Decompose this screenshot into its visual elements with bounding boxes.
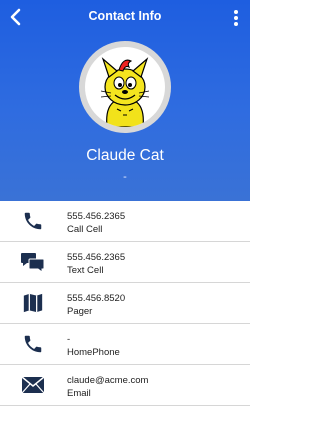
phone-icon <box>21 332 45 356</box>
map-icon <box>21 291 45 315</box>
chat-bubbles-icon <box>21 250 45 274</box>
chevron-left-icon <box>10 8 21 26</box>
contact-label: Email <box>67 388 91 399</box>
page-title: Contact Info <box>88 9 162 23</box>
contact-row-home-phone[interactable]: - HomePhone <box>0 324 250 365</box>
contact-label: Text Cell <box>67 265 104 276</box>
more-menu-button[interactable] <box>228 6 244 30</box>
cartoon-cat-avatar <box>100 57 150 127</box>
contact-name: Claude Cat <box>86 147 164 164</box>
contact-label: HomePhone <box>67 347 120 358</box>
contact-value: 555.456.2365 <box>67 211 126 222</box>
contact-methods-list: 555.456.2365 Call Cell 555.456.2365 Text… <box>0 201 250 406</box>
back-button[interactable] <box>4 5 28 29</box>
contact-row-text-cell[interactable]: 555.456.2365 Text Cell <box>0 242 250 283</box>
contact-value: claude@acme.com <box>67 375 149 386</box>
contact-row-pager[interactable]: 555.456.8520 Pager <box>0 283 250 324</box>
contact-row-call-cell[interactable]: 555.456.2365 Call Cell <box>0 201 250 242</box>
avatar-frame <box>79 41 171 133</box>
avatar <box>85 47 165 127</box>
contact-value: 555.456.2365 <box>67 252 126 263</box>
contact-value: 555.456.8520 <box>67 293 126 304</box>
profile-header: Contact Info Claude Cat - <box>0 0 250 201</box>
contact-label: Pager <box>67 306 93 317</box>
vertical-ellipsis-icon <box>234 10 238 26</box>
phone-icon <box>21 209 45 233</box>
top-bar: Contact Info <box>0 0 250 34</box>
contact-row-email[interactable]: claude@acme.com Email <box>0 365 250 406</box>
contact-label: Call Cell <box>67 224 103 235</box>
contact-value: - <box>67 334 71 345</box>
contact-subtitle: - <box>123 171 127 183</box>
envelope-icon <box>21 373 45 397</box>
contact-info-screen: Contact Info Claude Cat - 555.456.2365 C… <box>0 0 250 435</box>
